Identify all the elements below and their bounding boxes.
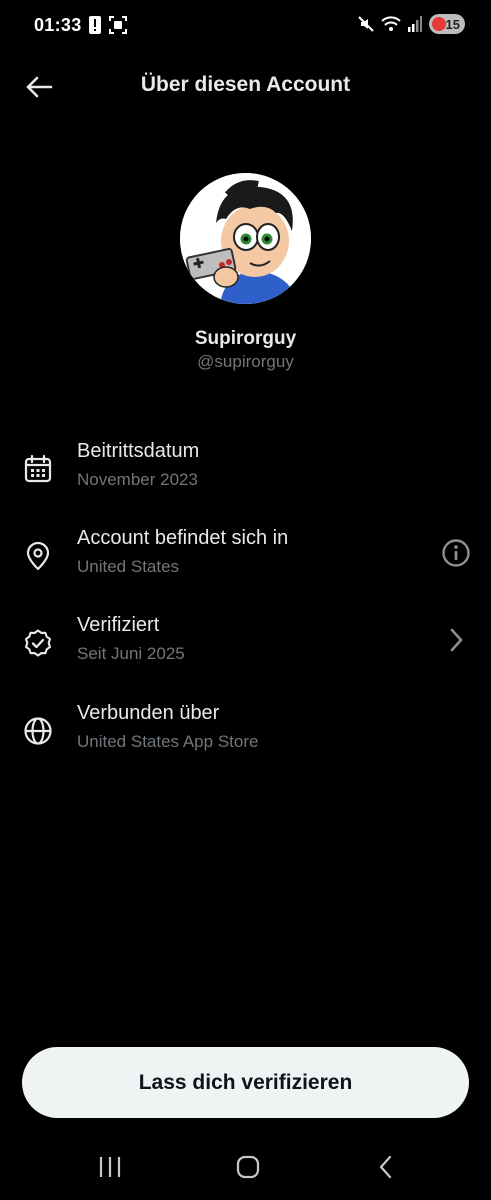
- battery-low-indicator: [432, 17, 446, 31]
- chevron-right-icon: [450, 628, 463, 652]
- get-verified-button[interactable]: Lass dich verifizieren: [22, 1047, 469, 1118]
- location-info-button[interactable]: [439, 536, 473, 570]
- verified-details-button[interactable]: [439, 623, 473, 657]
- status-bar: 01:33 15: [0, 0, 491, 52]
- info-icon: [442, 539, 470, 567]
- screenshot-icon: [109, 16, 127, 34]
- verified-badge-icon: [24, 629, 52, 657]
- info-subtitle: United States App Store: [77, 732, 259, 751]
- recent-apps-button[interactable]: [90, 1152, 130, 1182]
- info-title: Verifiziert: [77, 614, 160, 636]
- globe-icon: [24, 717, 52, 745]
- avatar[interactable]: [180, 173, 311, 304]
- status-time: 01:33: [34, 15, 82, 35]
- profile-handle: @supirorguy: [197, 352, 294, 371]
- alert-icon: [89, 16, 101, 34]
- info-item-verified[interactable]: Verifiziert Seit Juni 2025: [0, 614, 491, 684]
- info-title: Account befindet sich in: [77, 527, 289, 549]
- system-back-button[interactable]: [366, 1152, 406, 1182]
- profile-name: Supirorguy: [194, 328, 297, 349]
- page-title: Über diesen Account: [140, 73, 351, 96]
- home-icon: [236, 1155, 260, 1179]
- home-button[interactable]: [228, 1152, 268, 1182]
- info-title: Beitrittsdatum: [77, 440, 200, 462]
- status-notification-icons: [89, 16, 127, 34]
- battery-level: 15: [445, 16, 460, 32]
- calendar-icon: [24, 454, 52, 483]
- location-pin-icon: [26, 541, 50, 571]
- system-nav-bar: [0, 1140, 491, 1200]
- info-subtitle: Seit Juni 2025: [77, 644, 185, 663]
- info-item-join-date: Beitrittsdatum November 2023: [0, 440, 491, 510]
- status-system-icons: 15: [358, 14, 465, 34]
- info-item-connected-via: Verbunden über United States App Store: [0, 702, 491, 772]
- mute-icon: [358, 16, 374, 32]
- info-subtitle: November 2023: [77, 470, 198, 489]
- avatar-cartoon-image: [180, 173, 311, 304]
- battery-icon: 15: [429, 14, 465, 34]
- back-icon: [379, 1155, 392, 1179]
- signal-icon: [408, 16, 422, 32]
- info-subtitle: United States: [77, 557, 180, 576]
- info-title: Verbunden über: [77, 702, 220, 724]
- recent-apps-icon: [99, 1157, 121, 1177]
- wifi-icon: [381, 16, 401, 31]
- info-item-account-location: Account befindet sich in United States: [0, 527, 491, 597]
